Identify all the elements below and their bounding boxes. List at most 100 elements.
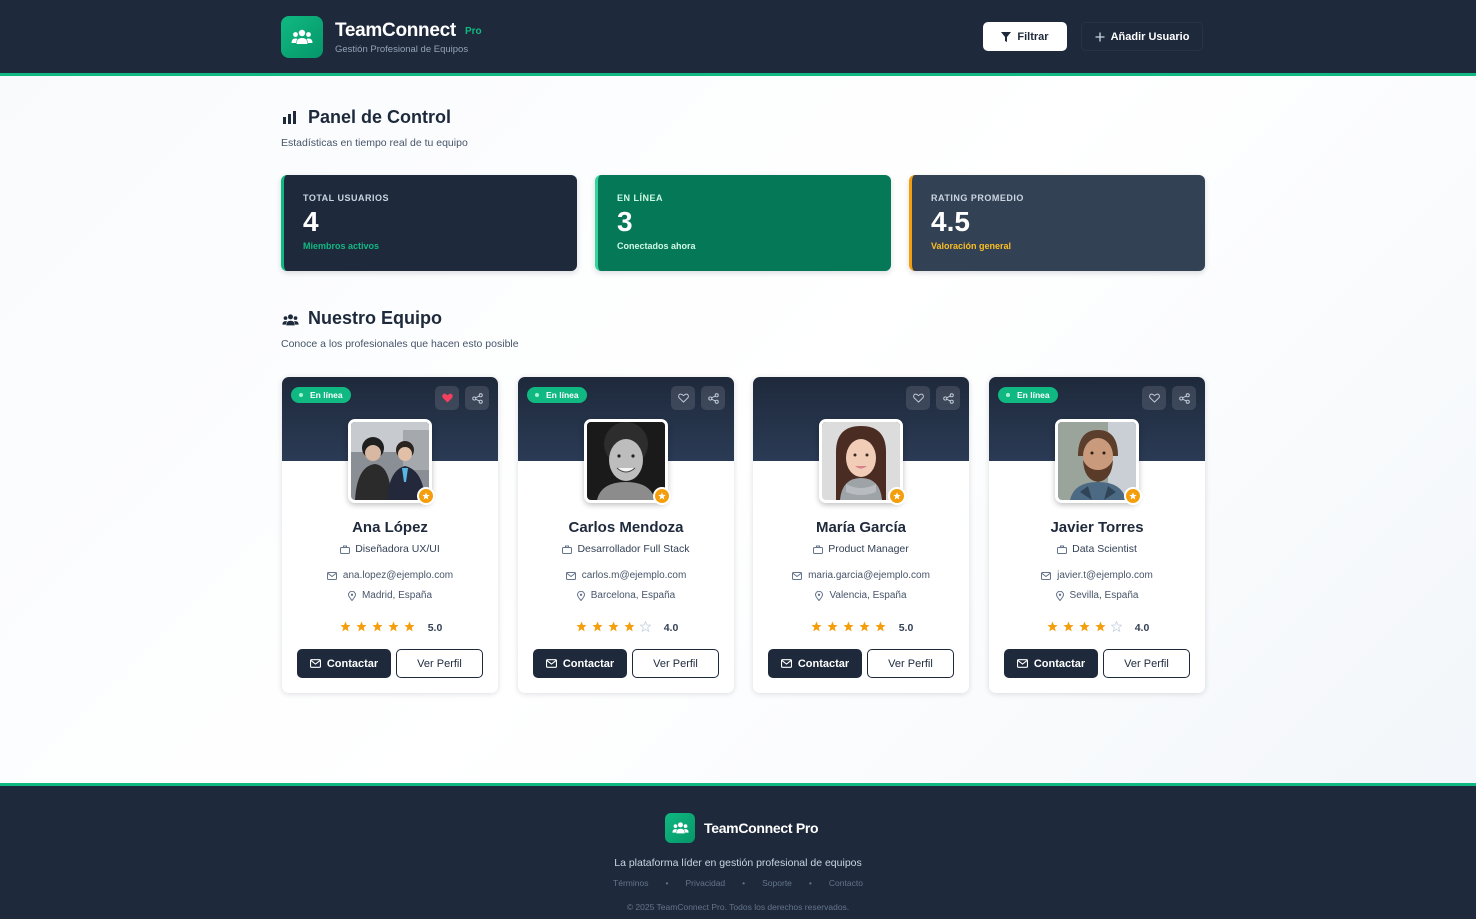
member-location: Madrid, España <box>282 590 498 601</box>
briefcase-icon <box>562 545 573 554</box>
dashboard-subtitle: Estadísticas en tiempo real de tu equipo <box>281 137 468 149</box>
star-rating-icons <box>1045 619 1125 637</box>
member-location-text: Barcelona, España <box>590 590 676 601</box>
contact-button-label: Contactar <box>326 657 379 670</box>
share-button[interactable] <box>1172 386 1196 410</box>
share-button[interactable] <box>465 386 489 410</box>
share-icon <box>1178 392 1190 404</box>
contact-button-label: Contactar <box>797 657 850 670</box>
stat-label: EN LÍNEA <box>617 193 664 203</box>
star-filled-icon <box>811 621 822 632</box>
contact-button[interactable]: Contactar <box>297 649 391 678</box>
star-rating-icons <box>338 619 418 637</box>
member-email[interactable]: carlos.m@ejemplo.com <box>518 570 734 581</box>
mail-icon <box>326 571 337 580</box>
stat-value: 4.5 <box>931 206 970 237</box>
footer-link-contact[interactable]: Contacto <box>829 878 863 888</box>
member-email[interactable]: ana.lopez@ejemplo.com <box>282 570 498 581</box>
star-rating-icons <box>574 619 654 637</box>
footer-copyright: © 2025 TeamConnect Pro. Todos los derech… <box>626 902 850 912</box>
team-logo-icon <box>665 813 695 843</box>
footer-link-terms[interactable]: Términos <box>613 878 648 888</box>
member-name: María García <box>815 519 907 536</box>
add-user-button[interactable]: Añadir Usuario <box>1081 22 1203 51</box>
member-email-text: carlos.m@ejemplo.com <box>581 570 687 581</box>
share-icon <box>707 392 719 404</box>
member-role: Product Manager <box>753 543 969 555</box>
favorite-button[interactable] <box>906 386 930 410</box>
member-rating: 5.0 <box>753 619 969 637</box>
featured-star-badge <box>888 487 906 505</box>
star-filled-icon <box>1079 621 1090 632</box>
star-empty-icon <box>1110 620 1123 633</box>
member-role-label: Diseñadora UX/UI <box>355 543 440 555</box>
stat-card-online: EN LÍNEA 3 Conectados ahora <box>595 175 891 271</box>
contact-button-label: Contactar <box>1033 657 1086 670</box>
view-profile-button[interactable]: Ver Perfil <box>632 649 719 678</box>
star-filled-icon <box>1095 621 1106 632</box>
app-footer: TeamConnect Pro La plataforma líder en g… <box>0 783 1476 919</box>
favorite-button[interactable] <box>435 386 459 410</box>
member-email[interactable]: maria.garcia@ejemplo.com <box>753 570 969 581</box>
team-card-maria-garcia: María García Product Manager maria.garci… <box>753 377 969 693</box>
view-profile-button[interactable]: Ver Perfil <box>867 649 954 678</box>
mail-icon <box>792 571 803 580</box>
member-role-label: Desarrollador Full Stack <box>577 543 690 555</box>
star-filled-icon <box>1063 621 1074 632</box>
member-location-text: Sevilla, España <box>1069 590 1139 601</box>
contact-button[interactable]: Contactar <box>1004 649 1098 678</box>
dashboard-title: Panel de Control <box>308 107 452 127</box>
share-button[interactable] <box>701 386 725 410</box>
contact-button[interactable]: Contactar <box>768 649 862 678</box>
member-location: Sevilla, España <box>989 590 1205 601</box>
stat-card-total-users: TOTAL USUARIOS 4 Miembros activos <box>281 175 577 271</box>
star-filled-icon <box>576 621 587 632</box>
mail-icon <box>780 659 792 668</box>
view-profile-button[interactable]: Ver Perfil <box>396 649 483 678</box>
stat-value: 4 <box>303 206 319 237</box>
member-role-label: Data Scientist <box>1072 543 1137 555</box>
footer-link-separator: • <box>742 878 746 888</box>
star-filled-icon <box>388 621 399 632</box>
filter-button[interactable]: Filtrar <box>983 22 1067 51</box>
favorite-button[interactable] <box>671 386 695 410</box>
member-name: Ana López <box>352 519 428 536</box>
featured-star-badge <box>653 487 671 505</box>
star-empty-icon <box>639 620 652 633</box>
add-user-button-label: Añadir Usuario <box>1110 30 1190 43</box>
star-filled-icon <box>592 621 603 632</box>
location-pin-icon <box>815 590 824 601</box>
location-pin-icon <box>1055 590 1064 601</box>
share-button[interactable] <box>936 386 960 410</box>
share-icon <box>471 392 483 404</box>
heart-outline-icon <box>912 393 924 403</box>
filter-button-label: Filtrar <box>1017 30 1049 43</box>
share-icon <box>942 392 954 404</box>
mail-icon <box>309 659 321 668</box>
favorite-button[interactable] <box>1142 386 1166 410</box>
member-location-text: Madrid, España <box>361 590 433 601</box>
member-role-label: Product Manager <box>828 543 909 555</box>
online-badge: En línea <box>998 387 1058 403</box>
view-profile-button[interactable]: Ver Perfil <box>1103 649 1190 678</box>
rating-value: 4.0 <box>663 622 679 634</box>
member-email[interactable]: javier.t@ejemplo.com <box>989 570 1205 581</box>
footer-link-support[interactable]: Soporte <box>762 878 792 888</box>
rating-value: 5.0 <box>427 622 443 634</box>
star-icon <box>893 492 901 500</box>
contact-button[interactable]: Contactar <box>533 649 627 678</box>
member-name: Javier Torres <box>1050 519 1144 536</box>
rating-value: 4.0 <box>1134 622 1150 634</box>
brand-name: TeamConnect <box>335 20 456 41</box>
mail-icon <box>1041 571 1052 580</box>
member-location: Valencia, España <box>753 590 969 601</box>
member-rating: 4.0 <box>518 619 734 637</box>
member-email-text: javier.t@ejemplo.com <box>1057 570 1153 581</box>
stat-card-rating: RATING PROMEDIO 4.5 Valoración general <box>909 175 1205 271</box>
briefcase-icon <box>340 545 351 554</box>
footer-tagline: La plataforma líder en gestión profesion… <box>614 857 862 869</box>
team-logo-icon[interactable] <box>281 16 323 58</box>
heart-outline-icon <box>677 393 689 403</box>
footer-link-privacy[interactable]: Privacidad <box>685 878 725 888</box>
stat-note: Conectados ahora <box>617 241 696 251</box>
